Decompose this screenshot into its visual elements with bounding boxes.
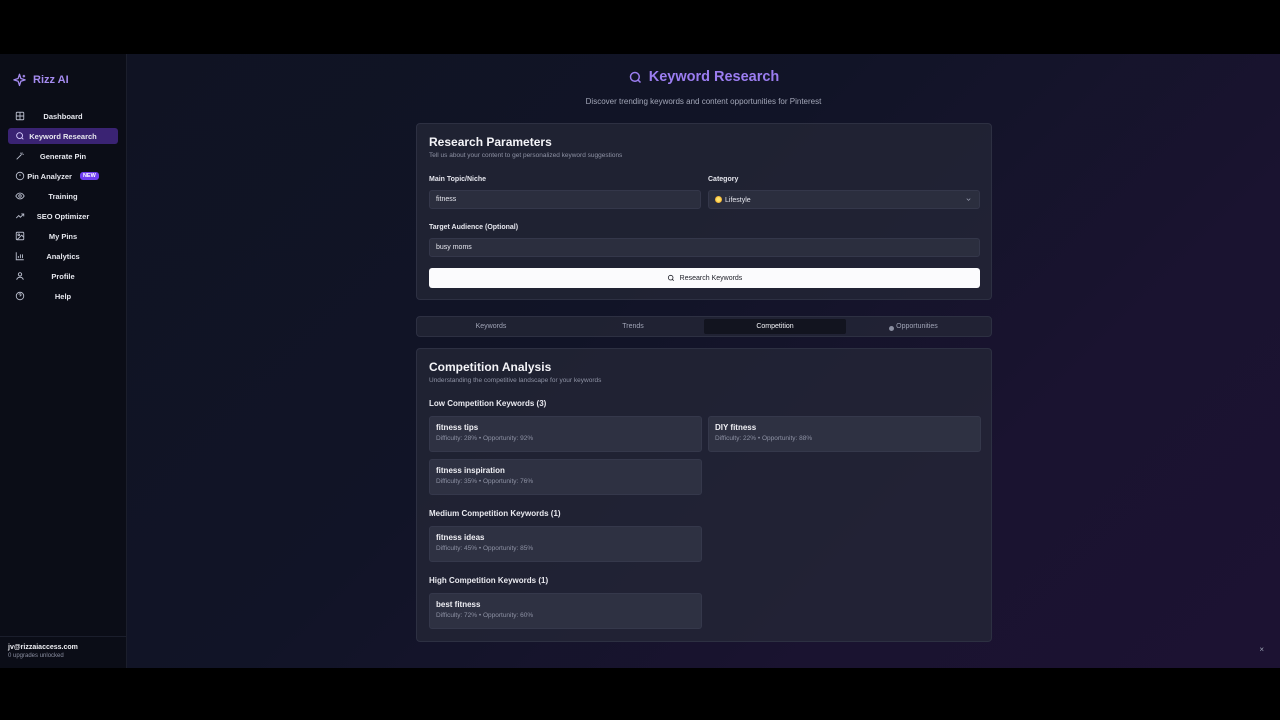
high-competition-heading: High Competition Keywords (1) (429, 576, 549, 585)
button-label: Research Keywords (679, 274, 743, 282)
brand-name: Rizz AI (33, 74, 69, 86)
sidebar-item-seo-optimizer[interactable]: SEO Optimizer (8, 208, 118, 224)
card-title: Research Parameters (429, 135, 552, 149)
sidebar-item-pin-analyzer[interactable]: Pin Analyzer NEW (8, 168, 118, 184)
target-icon (15, 171, 25, 181)
sidebar-item-profile[interactable]: Profile (8, 268, 118, 284)
keyword-stats: Difficulty: 35% • Opportunity: 76% (436, 478, 534, 485)
audience-value: busy moms (436, 244, 472, 251)
sidebar-item-label: Training (48, 191, 78, 201)
sparkle-emoji-icon (715, 195, 722, 203)
sidebar-item-dashboard[interactable]: Dashboard (8, 108, 118, 124)
keyword-card[interactable]: fitness tips Difficulty: 28% • Opportuni… (429, 416, 702, 452)
results-tabs: Keywords Trends Competition Opportunitie… (416, 316, 992, 337)
keyword-stats: Difficulty: 72% • Opportunity: 60% (436, 612, 534, 619)
keyword-stats: Difficulty: 28% • Opportunity: 92% (436, 435, 534, 442)
keyword-card[interactable]: DIY fitness Difficulty: 22% • Opportunit… (708, 416, 981, 452)
sparkles-icon (13, 73, 26, 86)
sidebar-item-label: Dashboard (43, 111, 83, 121)
topic-label: Main Topic/Niche (429, 176, 487, 183)
keyword-name: fitness tips (436, 423, 479, 432)
keyword-name: fitness inspiration (436, 466, 505, 475)
card-description: Understanding the competitive landscape … (429, 377, 602, 384)
search-icon (15, 131, 25, 141)
keyword-card[interactable]: best fitness Difficulty: 72% • Opportuni… (429, 593, 702, 629)
user-icon (15, 271, 25, 281)
sidebar-item-generate-pin[interactable]: Generate Pin (8, 148, 118, 164)
page-header: Keyword Research (127, 69, 1280, 85)
topic-input[interactable]: fitness (429, 190, 701, 209)
page-title: Keyword Research (648, 69, 780, 85)
sidebar-item-analytics[interactable]: Analytics (8, 248, 118, 264)
competition-analysis-card: Competition Analysis Understanding the c… (416, 348, 992, 642)
grid-icon (15, 111, 25, 121)
user-account[interactable]: jv@rizzaiaccess.com 0 upgrades unlocked (0, 636, 127, 668)
audience-input[interactable]: busy moms (429, 238, 980, 257)
sidebar-item-keyword-research[interactable]: Keyword Research (8, 128, 118, 144)
tab-opportunities[interactable]: Opportunities (846, 319, 988, 334)
search-icon (629, 71, 641, 83)
sidebar-item-label: Profile (51, 271, 75, 281)
card-title: Competition Analysis (429, 360, 552, 374)
keyword-name: DIY fitness (715, 423, 757, 432)
mouse-cursor (889, 326, 894, 331)
keyword-stats: Difficulty: 45% • Opportunity: 85% (436, 545, 534, 552)
sidebar-nav: Dashboard Keyword Research Generate Pin … (0, 108, 126, 304)
new-badge: NEW (79, 172, 99, 180)
tab-keywords[interactable]: Keywords (420, 319, 562, 334)
medium-competition-heading: Medium Competition Keywords (1) (429, 509, 561, 518)
sidebar-item-label: Keyword Research (29, 131, 97, 141)
chevron-down-icon (966, 198, 971, 201)
sidebar-item-label: Help (54, 291, 72, 301)
research-parameters-card: Research Parameters Tell us about your c… (416, 123, 992, 300)
sidebar-item-label: Generate Pin (39, 151, 87, 161)
sidebar-item-label: Pin Analyzer (27, 171, 72, 181)
search-icon (667, 274, 674, 281)
main-content: Keyword Research Discover trending keywo… (127, 54, 1280, 668)
keyword-name: fitness ideas (436, 533, 485, 542)
eye-icon (15, 191, 25, 201)
category-value: Lifestyle (725, 196, 751, 204)
keyword-card[interactable]: fitness ideas Difficulty: 45% • Opportun… (429, 526, 702, 562)
bar-chart-icon (15, 251, 25, 261)
letterbox-top (0, 0, 1280, 54)
user-email: jv@rizzaiaccess.com (8, 644, 78, 651)
sidebar-item-label: SEO Optimizer (36, 211, 90, 221)
card-description: Tell us about your content to get person… (429, 152, 623, 159)
sidebar-item-training[interactable]: Training (8, 188, 118, 204)
close-button[interactable]: × (1259, 645, 1264, 654)
keyword-name: best fitness (436, 600, 481, 609)
sidebar: Rizz AI Dashboard Keyword Research Gener… (0, 54, 127, 668)
user-status: 0 upgrades unlocked (8, 653, 64, 659)
wand-icon (15, 151, 25, 161)
category-label: Category (708, 176, 739, 183)
image-icon (15, 231, 25, 241)
sidebar-item-label: My Pins (48, 231, 78, 241)
topic-value: fitness (436, 196, 457, 203)
research-keywords-button[interactable]: Research Keywords (429, 268, 980, 288)
keyword-stats: Difficulty: 22% • Opportunity: 88% (715, 435, 813, 442)
help-circle-icon (15, 291, 25, 301)
letterbox-bottom (0, 668, 1280, 720)
sidebar-item-label: Analytics (46, 251, 80, 261)
sidebar-item-help[interactable]: Help (8, 288, 118, 304)
trend-icon (15, 211, 25, 221)
page-subtitle: Discover trending keywords and content o… (585, 97, 822, 106)
brand[interactable]: Rizz AI (0, 54, 126, 94)
keyword-card[interactable]: fitness inspiration Difficulty: 35% • Op… (429, 459, 702, 495)
audience-label: Target Audience (Optional) (429, 224, 519, 231)
tab-trends[interactable]: Trends (562, 319, 704, 334)
tab-competition[interactable]: Competition (704, 319, 846, 334)
category-display: Lifestyle (715, 195, 751, 204)
category-select[interactable]: Lifestyle (708, 190, 980, 209)
app-window: Rizz AI Dashboard Keyword Research Gener… (0, 54, 1280, 668)
low-competition-heading: Low Competition Keywords (3) (429, 399, 547, 408)
sidebar-item-my-pins[interactable]: My Pins (8, 228, 118, 244)
